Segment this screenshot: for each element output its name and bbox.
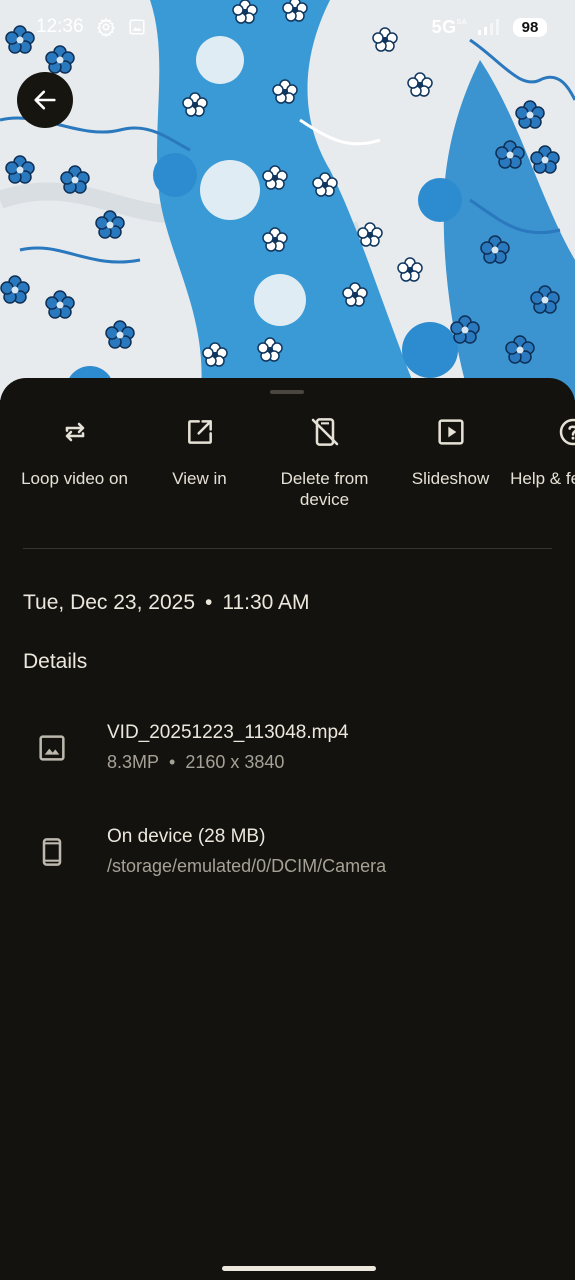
network-label: 5G [431, 16, 457, 37]
gesture-nav-bar[interactable] [222, 1266, 376, 1271]
open-external-icon [187, 420, 212, 444]
phone-off-icon [311, 418, 338, 446]
settings-icon [96, 17, 115, 37]
storage-info-row: On device (28 MB) /storage/emulated/0/DC… [0, 826, 575, 896]
fabric-pattern-image [0, 0, 575, 400]
capture-date: Tue, Dec 23, 2025 • 11:30 AM [23, 591, 310, 615]
drag-handle[interactable] [270, 390, 304, 394]
slideshow-button[interactable]: Slideshow [388, 416, 513, 489]
video-preview[interactable] [0, 0, 575, 400]
file-resolution: 2160 x 3840 [185, 752, 285, 772]
arrow-left-icon [34, 90, 56, 110]
info-bottom-sheet: Loop video on View in Delete from device [0, 378, 575, 1280]
slideshow-label: Slideshow [411, 469, 490, 488]
delete-from-device-label: Delete from device [280, 469, 369, 509]
repeat-icon [65, 422, 84, 442]
capture-day: Tue, Dec 23, 2025 [23, 591, 195, 614]
file-specs: 8.3MP • 2160 x 3840 [107, 752, 284, 773]
status-time: 12:36 [36, 16, 84, 37]
play-square-icon [437, 419, 464, 445]
storage-title: On device (28 MB) [107, 826, 266, 847]
signal-icon [478, 19, 499, 35]
loop-video-label: Loop video on [21, 469, 128, 488]
smartphone-icon [42, 838, 62, 866]
network-indicator: 5GSA [432, 17, 467, 38]
capture-time: 11:30 AM [222, 591, 310, 614]
file-name: VID_20251223_113048.mp4 [107, 722, 349, 743]
view-in-button[interactable]: View in [137, 416, 262, 489]
screen: 12:36 5GSA 98 Loop video on View in Dele… [0, 0, 575, 1280]
network-sup: SA [456, 18, 467, 26]
help-icon [559, 418, 575, 446]
separator-dot: • [169, 752, 176, 772]
battery-icon: 98 [513, 17, 547, 37]
help-feedback-label: Help & feedback [510, 469, 575, 488]
storage-path: /storage/emulated/0/DCIM/Camera [107, 856, 387, 876]
image-notification-icon [129, 19, 145, 35]
file-info-row: VID_20251223_113048.mp4 8.3MP • 2160 x 384… [0, 722, 575, 792]
status-bar: 12:36 5GSA 98 [0, 0, 575, 54]
divider [23, 548, 552, 549]
details-heading: Details [23, 650, 88, 673]
view-in-label: View in [172, 469, 227, 488]
file-megapixels: 8.3MP [107, 752, 160, 772]
action-row: Loop video on View in Delete from device [0, 416, 575, 556]
loop-video-button[interactable]: Loop video on [12, 416, 137, 489]
image-icon [39, 735, 65, 761]
delete-from-device-button[interactable]: Delete from device [262, 416, 387, 510]
help-feedback-button[interactable]: Help & feedback [510, 416, 575, 489]
back-button[interactable] [17, 72, 73, 128]
separator-dot: • [205, 591, 213, 614]
